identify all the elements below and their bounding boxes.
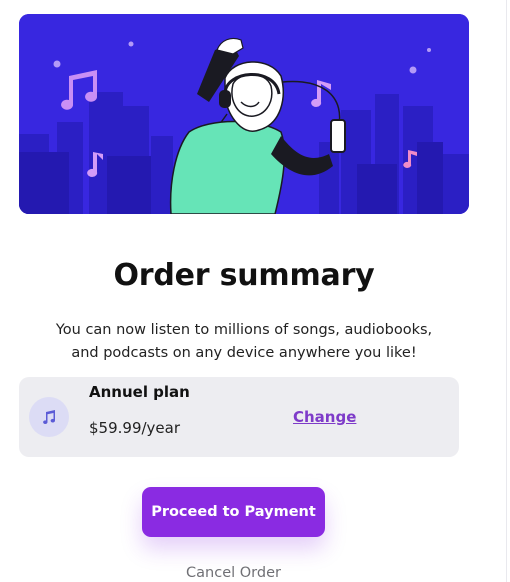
plan-icon-badge bbox=[29, 397, 69, 437]
plan-price: $59.99/year bbox=[89, 419, 181, 437]
change-plan-link[interactable]: Change bbox=[293, 408, 356, 426]
music-note-icon bbox=[43, 410, 56, 425]
hero-illustration bbox=[19, 14, 469, 214]
plan-card: Annuel plan $59.99/year Change bbox=[19, 377, 459, 457]
summary-description: You can now listen to millions of songs,… bbox=[55, 322, 433, 361]
proceed-to-payment-button[interactable]: Proceed to Payment bbox=[142, 487, 325, 537]
page-title: Order summary bbox=[113, 258, 375, 293]
hero-illustration-graphic bbox=[19, 14, 469, 214]
cancel-order-link[interactable]: Cancel Order bbox=[0, 565, 467, 581]
right-divider bbox=[506, 0, 507, 582]
plan-name: Annuel plan bbox=[89, 383, 190, 401]
